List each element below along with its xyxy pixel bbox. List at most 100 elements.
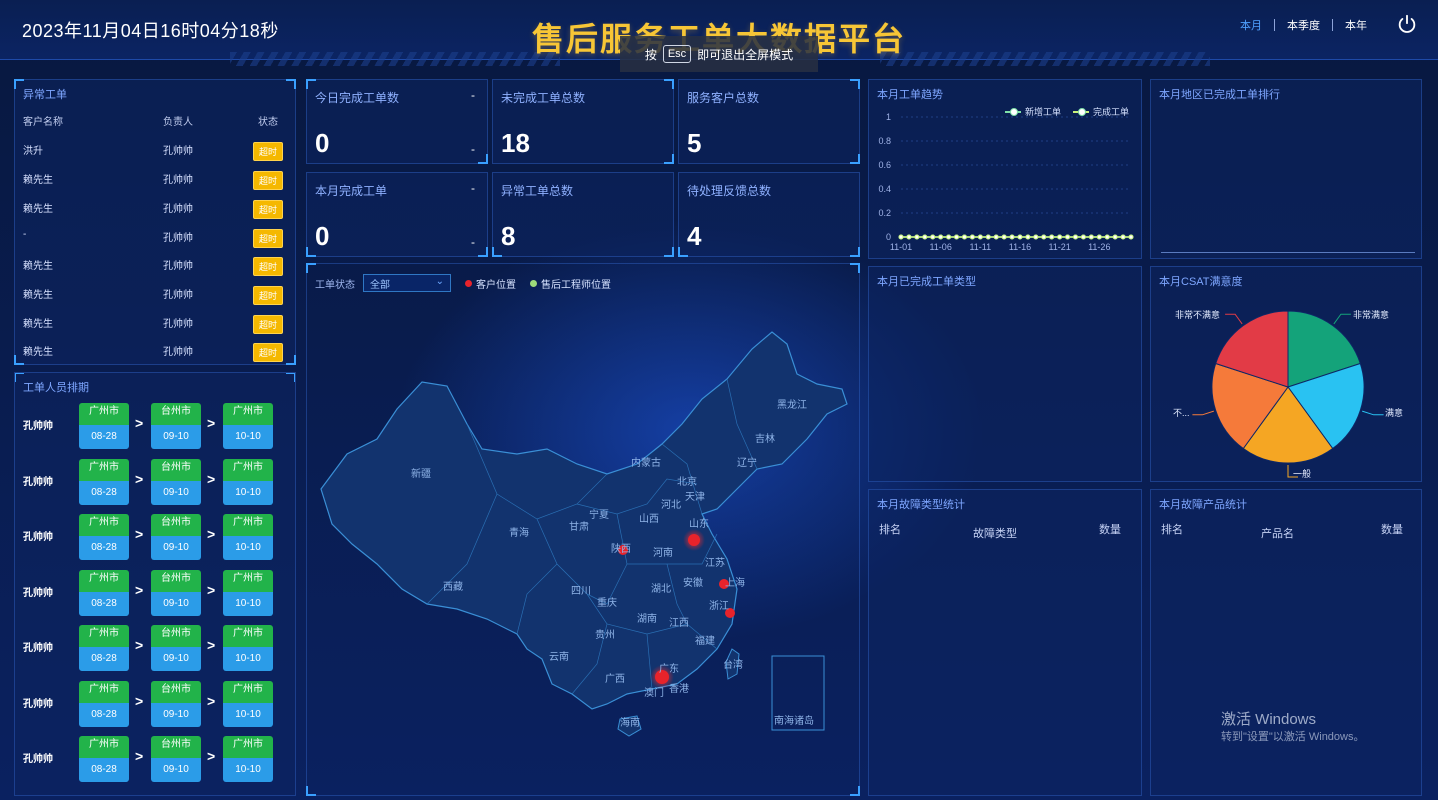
data-point[interactable]: [1104, 234, 1110, 240]
data-point[interactable]: [898, 234, 904, 240]
x-tick-label: 11-16: [1009, 242, 1031, 252]
staff-schedule-panel: 工单人员排期 孔帅帅 广州市 08-28 > 台州市 09-10 > 广州市 10-10 孔帅帅广…: [14, 372, 296, 796]
schedule-stop-card[interactable]: 广州市 10-10: [223, 736, 273, 782]
tab-quarter[interactable]: 本季度: [1275, 17, 1332, 33]
table-row[interactable]: 赖先生 孔帅帅 超时: [23, 200, 291, 219]
province-label: 安徽: [683, 576, 703, 589]
schedule-stop-card[interactable]: 台州市 09-10: [151, 736, 201, 782]
schedule-stop-card[interactable]: 广州市 10-10: [223, 680, 273, 727]
schedule-stop-card[interactable]: 广州市 08-28: [79, 458, 129, 505]
pie-leader-line: [1362, 410, 1384, 416]
data-point[interactable]: [1088, 234, 1094, 240]
schedule-stop-card[interactable]: 台州市 09-10: [151, 514, 201, 560]
data-point[interactable]: [977, 234, 983, 240]
data-point[interactable]: [906, 234, 912, 240]
schedule-row[interactable]: 孔帅帅 广州市 08-28 > 台州市 09-10 > 广州市 10-10: [23, 403, 293, 451]
arrow-right-icon: >: [135, 692, 144, 709]
data-point[interactable]: [1033, 234, 1039, 240]
schedule-row[interactable]: 孔帅帅 广州市 08-28 > 台州市 09-10 > 广州市 10-10: [23, 458, 293, 507]
customer-name: 赖先生: [23, 261, 53, 272]
province-label: 云南: [549, 650, 569, 663]
customer-marker[interactable]: [688, 534, 700, 546]
province-label: 山西: [639, 513, 659, 525]
windows-watermark: 激活 Windows: [1221, 711, 1317, 728]
stat-dash: -: [471, 88, 475, 102]
data-point[interactable]: [914, 234, 920, 240]
fullscreen-tip-prefix: 按: [644, 47, 657, 62]
schedule-row[interactable]: 孔帅帅 广州市 08-28 > 台州市 09-10 > 广州市 10-10: [23, 736, 293, 784]
schedule-stop-card[interactable]: 广州市 10-10: [223, 569, 273, 616]
table-row[interactable]: 赖先生 孔帅帅 超时: [23, 171, 291, 190]
province-label: 吉林: [755, 432, 775, 445]
schedule-stop-card[interactable]: 广州市 08-28: [79, 403, 129, 449]
schedule-stop-card[interactable]: 广州市 08-28: [79, 514, 129, 560]
schedule-stop-card[interactable]: 广州市 10-10: [223, 514, 273, 560]
data-point[interactable]: [1049, 234, 1055, 240]
data-point[interactable]: [946, 234, 952, 240]
status-badge: 超时: [252, 200, 283, 219]
staff-name: 孔帅帅: [23, 421, 53, 432]
stop-date: 08-28: [79, 536, 129, 560]
province-label: 青海: [509, 526, 529, 539]
schedule-row[interactable]: 孔帅帅 广州市 08-28 > 台州市 09-10 > 广州市 10-10: [23, 569, 293, 618]
fault-types-panel: 本月故障类型统计 排名 故障类型 数量: [868, 489, 1142, 796]
data-point[interactable]: [1057, 234, 1063, 240]
power-icon[interactable]: [1396, 13, 1418, 35]
table-row[interactable]: 赖先生 孔帅帅 超时: [23, 257, 291, 276]
data-point[interactable]: [922, 234, 928, 240]
schedule-stop-card[interactable]: 台州市 09-10: [151, 680, 201, 727]
data-point[interactable]: [1001, 234, 1007, 240]
data-point[interactable]: [938, 234, 944, 240]
data-point[interactable]: [1128, 234, 1134, 240]
schedule-stop-card[interactable]: 台州市 09-10: [151, 625, 201, 671]
schedule-stop-card[interactable]: 广州市 08-28: [79, 736, 129, 782]
schedule-row[interactable]: 孔帅帅 广州市 08-28 > 台州市 09-10 > 广州市 10-10: [23, 514, 293, 562]
schedule-row[interactable]: 孔帅帅 广州市 08-28 > 台州市 09-10 > 广州市 10-10: [23, 625, 293, 673]
arrow-right-icon: >: [135, 637, 144, 653]
table-row[interactable]: 赖先生 孔帅帅 超时: [23, 315, 291, 334]
schedule-stop-card[interactable]: 广州市 08-28: [79, 569, 129, 616]
table-row[interactable]: 赖先生 孔帅帅 超时: [23, 286, 291, 305]
arrow-right-icon: >: [135, 470, 144, 487]
corner-decoration: [664, 79, 674, 89]
column-header: 排名: [1161, 524, 1183, 536]
table-row[interactable]: 洪升 孔帅帅 超时: [23, 142, 291, 161]
stop-city: 台州市: [151, 736, 201, 758]
province-label: 广东: [659, 662, 679, 675]
data-point[interactable]: [1112, 234, 1118, 240]
data-point[interactable]: [1065, 234, 1071, 240]
schedule-stop-card[interactable]: 广州市 08-28: [79, 680, 129, 727]
data-point[interactable]: [1017, 234, 1023, 240]
customer-name: 赖先生: [23, 319, 53, 330]
data-point[interactable]: [930, 234, 936, 240]
tab-month[interactable]: 本月: [1228, 17, 1274, 33]
table-row[interactable]: - 孔帅帅 超时: [23, 229, 291, 248]
stat-dash: -: [471, 235, 475, 249]
data-point[interactable]: [993, 234, 999, 240]
data-point[interactable]: [954, 234, 960, 240]
data-point[interactable]: [1072, 234, 1078, 240]
china-map[interactable]: 黑龙江吉林辽宁 内蒙古北京天津河北山东 山西 宁夏甘肃 青海 新疆西藏 四川重庆 陕西 河南江苏…: [307, 264, 861, 797]
data-point[interactable]: [1080, 234, 1086, 240]
stat-label: 今日完成工单数: [315, 91, 400, 105]
data-point[interactable]: [1025, 234, 1031, 240]
data-point[interactable]: [1009, 234, 1015, 240]
csat-pie-chart[interactable]: [1151, 267, 1423, 483]
table-row[interactable]: 赖先生 孔帅帅 超时: [23, 343, 291, 362]
schedule-row[interactable]: 孔帅帅 广州市 08-28 > 台州市 09-10 > 广州市 10-10: [23, 680, 293, 729]
data-point[interactable]: [985, 234, 991, 240]
schedule-stop-card[interactable]: 台州市 09-10: [151, 403, 201, 449]
schedule-stop-card[interactable]: 台州市 09-10: [151, 569, 201, 616]
data-point[interactable]: [961, 234, 967, 240]
data-point[interactable]: [1096, 234, 1102, 240]
data-point[interactable]: [1120, 234, 1126, 240]
customer-name: 赖先生: [23, 290, 53, 301]
schedule-stop-card[interactable]: 台州市 09-10: [151, 458, 201, 505]
data-point[interactable]: [969, 234, 975, 240]
schedule-stop-card[interactable]: 广州市 10-10: [223, 403, 273, 449]
data-point[interactable]: [1041, 234, 1047, 240]
schedule-stop-card[interactable]: 广州市 10-10: [223, 458, 273, 505]
schedule-stop-card[interactable]: 广州市 08-28: [79, 625, 129, 671]
tab-year[interactable]: 本年: [1333, 17, 1379, 33]
schedule-stop-card[interactable]: 广州市 10-10: [223, 625, 273, 671]
